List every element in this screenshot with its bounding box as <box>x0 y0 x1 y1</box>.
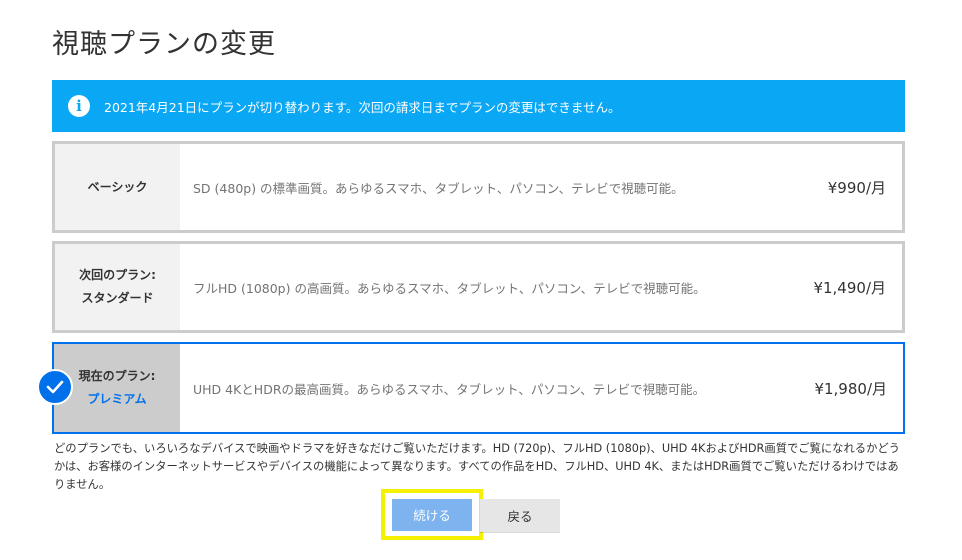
plan-label: 次回のプラン: スタンダード <box>55 244 180 330</box>
plan-status-label: 現在のプラン: <box>78 369 156 383</box>
plan-option-standard[interactable]: 次回のプラン: スタンダード フルHD (1080p) の高画質。あらゆるスマホ… <box>52 241 905 333</box>
plan-name: プレミアム <box>87 392 147 406</box>
plan-price: ¥1,490/月 <box>813 278 886 297</box>
plan-status-label: 次回のプラン: <box>79 268 156 282</box>
plan-footnote: どのプランでも、いろいろなデバイスで映画やドラマを好きなだけご覧いただけます。H… <box>54 442 900 491</box>
plan-option-premium[interactable]: 現在のプラン: プレミアム UHD 4KとHDRの最高画質。あらゆるスマホ、タブ… <box>52 342 905 434</box>
plan-description: フルHD (1080p) の高画質。あらゆるスマホ、タブレット、パソコン、テレビ… <box>193 280 706 296</box>
back-button[interactable]: 戻る <box>480 499 560 532</box>
plan-option-basic[interactable]: ベーシック SD (480p) の標準画質。あらゆるスマホ、タブレット、パソコン… <box>52 141 905 233</box>
plan-price: ¥990/月 <box>827 178 886 197</box>
plan-description: SD (480p) の標準画質。あらゆるスマホ、タブレット、パソコン、テレビで視… <box>193 180 684 196</box>
info-banner: i 2021年4月21日にプランが切り替わります。次回の請求日までプランの変更は… <box>52 80 905 132</box>
plan-description: UHD 4KとHDRの最高画質。あらゆるスマホ、タブレット、パソコン、テレビで視… <box>193 381 706 397</box>
continue-button-highlight: 続ける <box>381 489 483 540</box>
continue-button[interactable]: 続ける <box>392 498 472 531</box>
page-title: 視聴プランの変更 <box>52 29 276 60</box>
plan-name: ベーシック <box>87 179 148 194</box>
plan-label: ベーシック <box>55 144 180 230</box>
banner-text: 2021年4月21日にプランが切り替わります。次回の請求日までプランの変更はでき… <box>104 99 621 115</box>
info-icon: i <box>68 95 90 117</box>
plan-name: スタンダード <box>81 291 154 305</box>
plan-price: ¥1,980/月 <box>814 379 887 398</box>
checkmark-icon <box>37 369 73 405</box>
